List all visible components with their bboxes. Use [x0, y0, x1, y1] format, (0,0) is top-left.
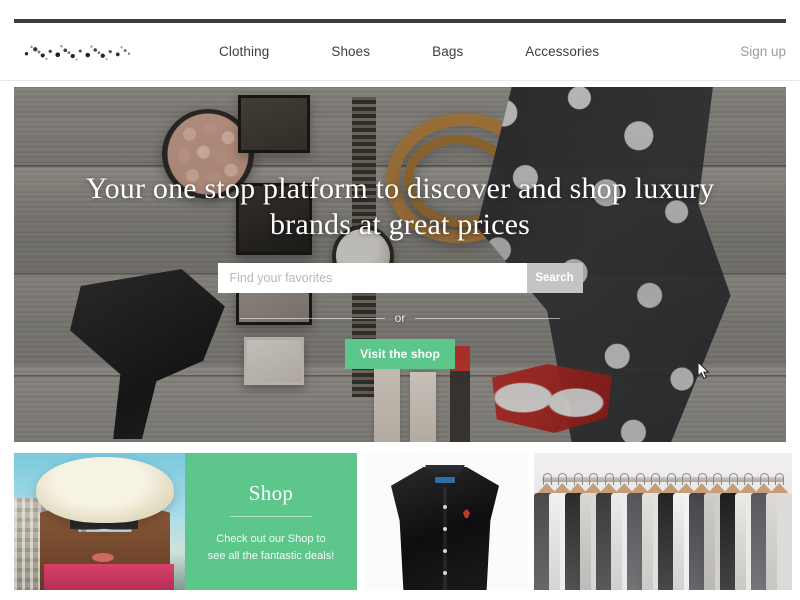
shirt-button [443, 505, 447, 509]
hanger-hook-icon [682, 473, 692, 485]
hanger-hook-icon [651, 473, 661, 485]
hero-content: Your one stop platform to discover and s… [14, 87, 786, 442]
hanger-hook-icon [635, 473, 645, 485]
hero-banner: Your one stop platform to discover and s… [14, 87, 786, 442]
hanger-hook-icon [697, 473, 707, 485]
nav-item-clothing[interactable]: Clothing [219, 44, 269, 59]
clothing-rack-card[interactable] [534, 453, 792, 590]
sun-hat-icon [36, 457, 174, 523]
site-logo[interactable] [14, 34, 139, 69]
divider-line-left [240, 317, 385, 319]
model-lips [92, 553, 114, 562]
promo-card-divider [230, 516, 312, 517]
model-top [44, 564, 174, 590]
hanger-hook-icon [589, 473, 599, 485]
top-accent-bar-container [0, 0, 800, 23]
nav-item-shoes[interactable]: Shoes [331, 44, 370, 59]
sign-up-link[interactable]: Sign up [740, 44, 786, 59]
feature-cards-row: Shop Check out our Shop to see all the f… [0, 442, 800, 590]
hero-section-container: Your one stop platform to discover and s… [0, 81, 800, 442]
rack-garment [766, 473, 792, 590]
rack-garments [534, 473, 792, 590]
shirt-button [443, 571, 447, 575]
shirt-button [443, 527, 447, 531]
nav-item-bags[interactable]: Bags [432, 44, 463, 59]
nav-item-accessories[interactable]: Accessories [525, 44, 599, 59]
site-header: Clothing Shoes Bags Accessories Sign up [0, 23, 800, 81]
divider-label: or [394, 311, 406, 325]
promo-shop-card[interactable]: Shop Check out our Shop to see all the f… [14, 453, 357, 590]
promo-card-photo [14, 453, 185, 590]
hanger-hook-icon [759, 473, 769, 485]
hanger-hook-icon [604, 473, 614, 485]
hanger-hook-icon [558, 473, 568, 485]
hanger-hook-icon [713, 473, 723, 485]
hero-headline: Your one stop platform to discover and s… [85, 172, 715, 241]
hanger-hook-icon [775, 473, 785, 485]
shirt-brand-label [435, 477, 455, 483]
divider-line-right [415, 317, 561, 319]
promo-card-title: Shop [248, 481, 294, 505]
hanger-hook-icon [728, 473, 738, 485]
logo-wordmark-icon [14, 34, 139, 69]
hanger-hook-icon [744, 473, 754, 485]
hanging-garment [766, 493, 792, 590]
shirt-button [443, 549, 447, 553]
promo-card-text: Check out our Shop to see all the fantas… [207, 533, 335, 563]
black-shirt-card[interactable] [363, 453, 528, 590]
main-navigation: Clothing Shoes Bags Accessories [139, 44, 740, 59]
hanger-hook-icon [666, 473, 676, 485]
hanger-hook-icon [620, 473, 630, 485]
search-button[interactable]: Search [526, 263, 583, 293]
hanger-hook-icon [573, 473, 583, 485]
promo-card-panel: Shop Check out our Shop to see all the f… [185, 453, 357, 590]
hero-or-divider: or [240, 311, 561, 325]
search-input[interactable] [217, 263, 527, 293]
visit-the-shop-button[interactable]: Visit the shop [345, 339, 455, 369]
hero-search-row: Search [217, 263, 583, 293]
hanger-hook-icon [542, 473, 552, 485]
